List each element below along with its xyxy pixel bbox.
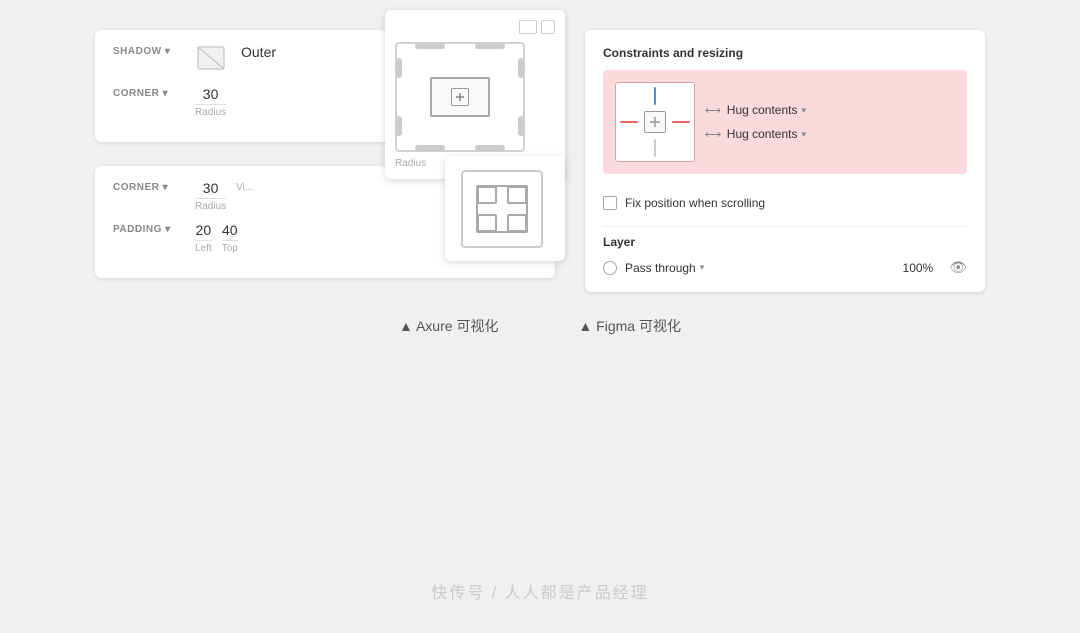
hug-dropdown-1[interactable]: Hug contents ▾	[727, 103, 806, 117]
axure-side: SHADOW ▾ Outer CORNER ▾	[95, 30, 555, 292]
pd-corner-bl	[477, 214, 497, 232]
vis-top-row	[395, 20, 555, 34]
constraint-diagram	[395, 42, 525, 152]
hug-row-2: ⟷ Hug contents ▾	[705, 127, 955, 141]
figma-side: Constraints and resizing	[585, 30, 985, 292]
eye-icon[interactable]: 👁	[949, 259, 967, 276]
constraints-controls: ⟷ Hug contents ▾ ⟷ Hug contents ▾	[705, 103, 955, 141]
layer-row: Pass through ▾ 100% 👁	[603, 259, 967, 276]
handle-right-top	[518, 58, 524, 78]
fc-line-top	[654, 87, 656, 105]
hug-chevron-1: ▾	[802, 105, 807, 116]
padding-label: PADDING ▾	[113, 222, 185, 235]
padding-left-sublabel: Left	[195, 240, 212, 254]
visibility-popup: Radius Visibility	[385, 10, 565, 179]
corner-sublabel: Radius	[195, 104, 226, 118]
padding-popup	[445, 156, 565, 261]
watermark: 快传号 / 人人都是产品经理	[431, 579, 648, 603]
shadow-value-group: Outer	[241, 44, 276, 60]
pass-through-chevron: ▾	[700, 262, 705, 273]
hug-label-1: Hug contents	[727, 103, 798, 117]
hug-row-1: ⟷ Hug contents ▾	[705, 103, 955, 117]
axure-label: ▲ Axure 可视化	[399, 316, 498, 336]
corner-value-group-bottom: 30 Radius	[195, 180, 226, 212]
handle-right-bottom	[518, 116, 524, 136]
corner-label-bottom: CORNER ▾	[113, 180, 185, 193]
corner-sublabel-vis: Radius	[395, 158, 426, 169]
pd-corner-tr	[507, 186, 527, 204]
axure-bottom-panel: CORNER ▾ 30 Radius Vi... PADDING ▾ 20 Le…	[95, 166, 555, 278]
corner-value: 30	[203, 86, 219, 102]
hug-chevron-2: ▾	[802, 129, 807, 140]
pd-corner-br	[507, 214, 527, 232]
fc-line-bottom	[654, 139, 656, 157]
padding-top-sublabel: Top	[222, 240, 238, 254]
hug-x-icon-2: ⟷	[705, 128, 721, 141]
corner-label: CORNER ▾	[113, 86, 185, 99]
axure-top-panel: SHADOW ▾ Outer CORNER ▾	[95, 30, 555, 142]
vi-label: Vi...	[236, 180, 253, 193]
pd-outer	[461, 170, 543, 248]
handle-bottom-left	[415, 145, 445, 151]
main-content: SHADOW ▾ Outer CORNER ▾	[0, 30, 1080, 292]
figma-label: ▲ Figma 可视化	[578, 316, 681, 336]
shadow-label: SHADOW ▾	[113, 44, 185, 57]
axure-label-container: ▲ Axure 可视化	[399, 316, 498, 336]
figma-plus-icon	[644, 111, 666, 133]
layer-title: Layer	[603, 235, 967, 249]
padding-top-value: 40	[222, 222, 238, 238]
constraints-area: ⟷ Hug contents ▾ ⟷ Hug contents ▾	[603, 70, 967, 174]
figma-panel: Constraints and resizing	[585, 30, 985, 292]
padding-diagram	[457, 166, 547, 251]
figma-label-container: ▲ Figma 可视化	[578, 316, 681, 336]
fix-position-row: Fix position when scrolling	[603, 188, 967, 218]
fc-line-right	[672, 121, 690, 123]
square-icon	[541, 20, 555, 34]
hug-x-icon-1: ⟷	[705, 104, 721, 117]
fix-position-label: Fix position when scrolling	[625, 196, 765, 210]
handle-left-top	[396, 58, 402, 78]
handle-left-bottom	[396, 116, 402, 136]
padding-left-group: 20 Left	[195, 222, 212, 254]
opacity-value: 100%	[903, 261, 934, 275]
hug-dropdown-2[interactable]: Hug contents ▾	[727, 127, 806, 141]
pass-through-dropdown[interactable]: Pass through ▾	[625, 261, 704, 275]
pd-inner	[476, 185, 528, 233]
figma-constraint-box	[615, 82, 695, 162]
figma-divider	[603, 226, 967, 227]
center-plus	[451, 88, 469, 106]
shadow-value: Outer	[241, 44, 276, 60]
corner-sublabel-bottom: Radius	[195, 198, 226, 212]
pass-through-label: Pass through	[625, 261, 696, 275]
layer-circle	[603, 261, 617, 275]
corner-value-group: 30 Radius	[195, 86, 226, 118]
handle-bottom-right	[475, 145, 505, 151]
bottom-labels: ▲ Axure 可视化 ▲ Figma 可视化	[399, 316, 681, 336]
padding-left-value: 20	[196, 222, 212, 238]
padding-top-group: 40 Top	[222, 222, 238, 254]
constraint-inner	[430, 77, 490, 117]
fix-position-checkbox[interactable]	[603, 196, 617, 210]
fc-line-left	[620, 121, 638, 123]
handle-top-right	[475, 43, 505, 49]
hug-label-2: Hug contents	[727, 127, 798, 141]
rect-icon	[519, 20, 537, 34]
corner-value-bottom: 30	[203, 180, 219, 196]
constraints-title: Constraints and resizing	[603, 46, 967, 60]
handle-top-left	[415, 43, 445, 49]
pd-corner-tl	[477, 186, 497, 204]
shadow-icon	[195, 44, 231, 76]
